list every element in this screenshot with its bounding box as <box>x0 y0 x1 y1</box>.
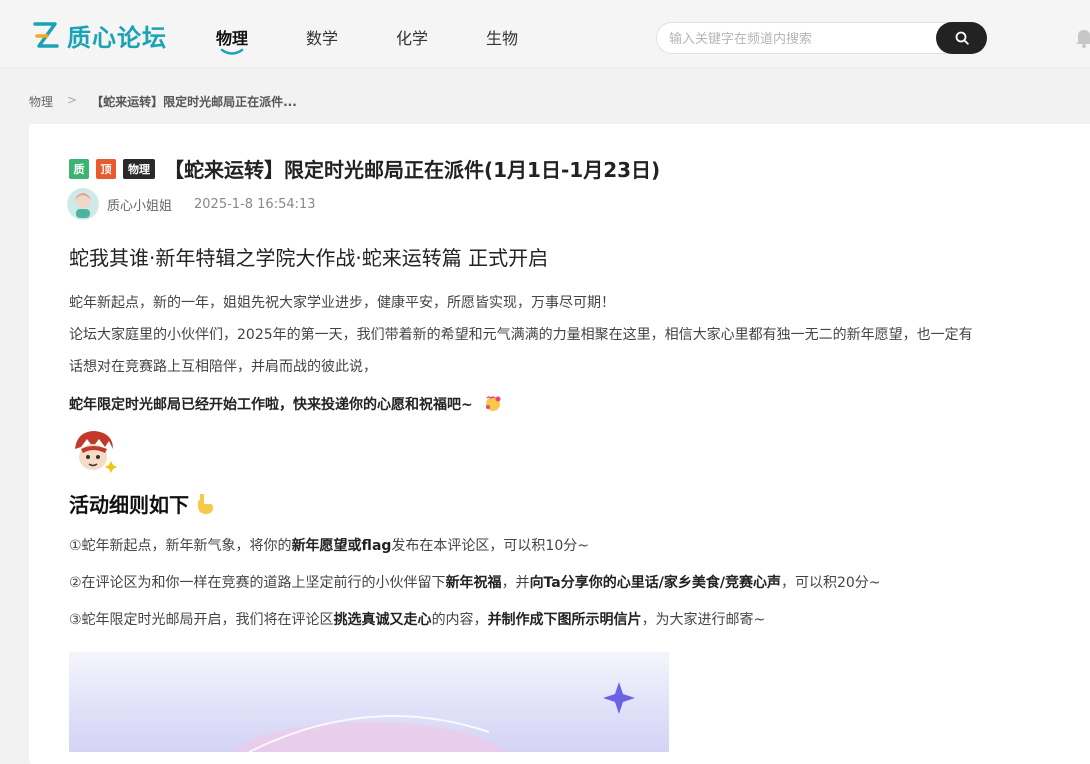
search-box <box>656 22 987 54</box>
avatar[interactable] <box>67 188 99 220</box>
paragraph-intro-line1: 论坛大家庭里的小伙伴们，2025年的第一天，我们带着新的希望和元气满满的力量相聚… <box>69 327 973 343</box>
postcard-banner-image <box>69 652 669 752</box>
top-header: 质心论坛 物理 数学 化学 生物 <box>0 0 1090 68</box>
post-title: 【蛇来运转】限定时光邮局正在派件(1月1日-1月23日) <box>164 158 661 182</box>
search-input[interactable] <box>669 29 929 49</box>
rules-heading: 活动细则如下 <box>69 489 1090 518</box>
banner-decoration <box>233 682 635 752</box>
nav-tab-math[interactable]: 数学 <box>306 25 338 55</box>
search-button[interactable] <box>936 22 987 54</box>
rule-item-1: ①蛇年新起点，新年新气象，将你的新年愿望或flag发布在本评论区，可以积10分~ <box>69 538 589 554</box>
site-logo[interactable]: 质心论坛 <box>33 18 167 53</box>
paragraph-callout: 蛇年限定时光邮局已经开始工作啦，快来投递你的心愿和祝福吧~ <box>69 389 1090 421</box>
rule-item-2: ②在评论区为和你一样在竞赛的道路上坚定前行的小伙伴留下新年祝福，并向Ta分享你的… <box>69 575 881 591</box>
content-heading: 蛇我其谁·新年特辑之学院大作战·蛇来运转篇 正式开启 <box>69 246 549 270</box>
pointing-down-emoji <box>198 493 213 514</box>
search-icon <box>955 31 969 45</box>
post-content: 蛇我其谁·新年特辑之学院大作战·蛇来运转篇 正式开启 蛇年新起点，新的一年，姐姐… <box>69 242 1090 639</box>
site-name: 质心论坛 <box>67 24 167 52</box>
sparkle-icon <box>603 682 635 714</box>
breadcrumb: 物理 > 【蛇来运转】限定时光邮局正在派件... <box>29 93 297 110</box>
paragraph-intro-line2: 话想对在竞赛路上互相陪伴，并肩而战的彼此说， <box>69 359 377 375</box>
tag-pinned: 顶 <box>96 158 116 179</box>
nav-tab-physics[interactable]: 物理 <box>216 25 248 55</box>
breadcrumb-root[interactable]: 物理 <box>29 93 53 110</box>
heart-face-emoji <box>484 391 502 411</box>
nav-tab-chemistry[interactable]: 化学 <box>396 25 428 55</box>
active-tab-indicator <box>220 48 244 55</box>
tag-category: 物理 <box>123 158 155 179</box>
rule-item-3: ③蛇年限定时光邮局开启，我们将在评论区挑选真诚又走心的内容，并制作成下图所示明信… <box>69 612 766 628</box>
post-title-row: 质 顶 物理 【蛇来运转】限定时光邮局正在派件(1月1日-1月23日) <box>69 154 660 183</box>
logo-z-icon <box>33 21 59 48</box>
main-nav: 物理 数学 化学 生物 <box>216 25 576 55</box>
nav-tab-biology[interactable]: 生物 <box>486 25 518 55</box>
author-row: 质心小姐姐 2025-1-8 16:54:13 <box>67 188 316 220</box>
paragraph-greeting: 蛇年新起点，新的一年，姐姐先祝大家学业进步，健康平安，所愿皆实现，万事尽可期！ <box>69 295 615 311</box>
tag-quality: 质 <box>69 158 89 179</box>
breadcrumb-separator: > <box>67 93 78 107</box>
bell-icon[interactable] <box>1075 26 1090 48</box>
post-timestamp: 2025-1-8 16:54:13 <box>194 196 316 212</box>
author-name[interactable]: 质心小姐姐 <box>107 195 172 214</box>
breadcrumb-current: 【蛇来运转】限定时光邮局正在派件... <box>91 95 297 109</box>
cartoon-sticker <box>75 431 117 473</box>
post-card: 质 顶 物理 【蛇来运转】限定时光邮局正在派件(1月1日-1月23日) 质心小姐… <box>29 124 1090 764</box>
